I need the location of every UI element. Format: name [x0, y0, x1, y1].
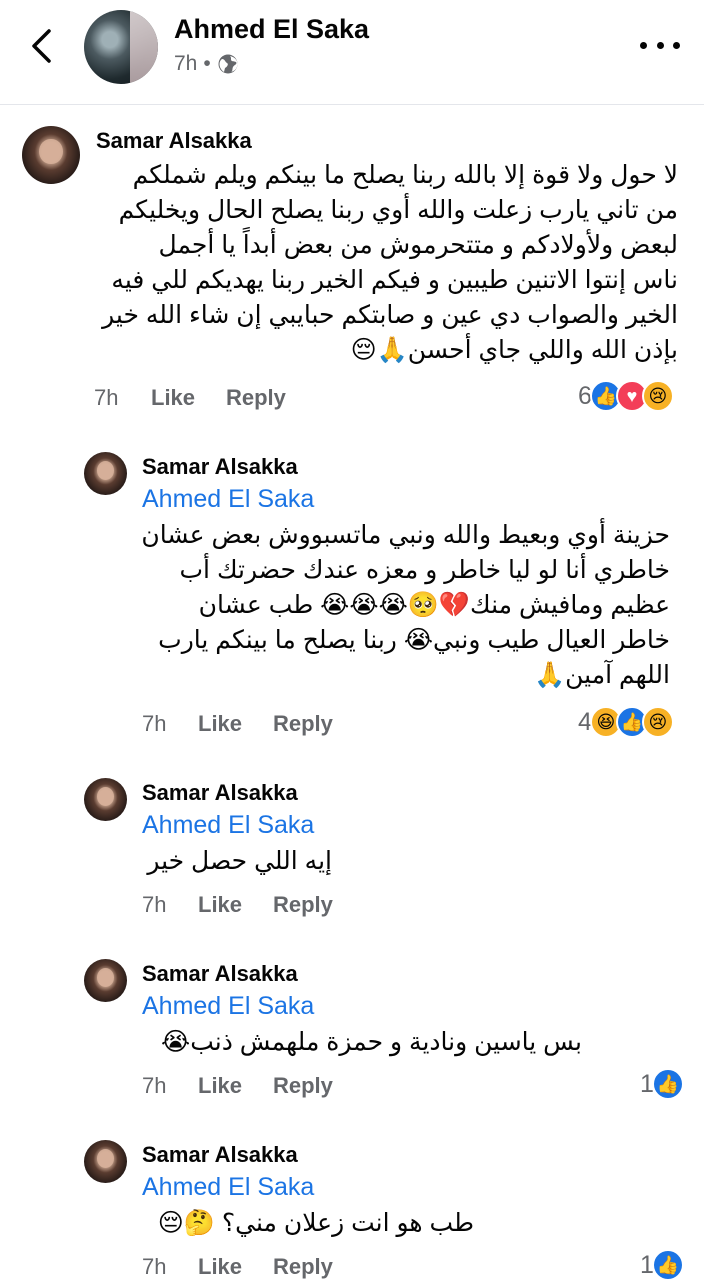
dot-icon	[656, 41, 664, 49]
commenter-avatar[interactable]	[84, 959, 127, 1002]
comment-author[interactable]: Samar Alsakka	[142, 780, 298, 806]
comment-actions: 7h Like Reply	[142, 711, 382, 737]
like-reaction-icon: 👍	[651, 1068, 684, 1100]
post-meta: 7h •	[174, 52, 239, 76]
commenter-avatar[interactable]	[84, 778, 127, 821]
like-button[interactable]: Like	[151, 385, 195, 411]
comment-time[interactable]: 7h	[142, 1254, 166, 1280]
dot-icon	[673, 41, 680, 49]
meta-separator: •	[203, 52, 211, 75]
reply-button[interactable]: Reply	[273, 711, 333, 737]
comment-author[interactable]: Samar Alsakka	[96, 128, 252, 154]
sad-reaction-icon: 😢	[641, 706, 674, 738]
chevron-left-icon	[32, 29, 51, 63]
post-time[interactable]: 7h	[174, 52, 197, 76]
reply-button[interactable]: Reply	[226, 385, 286, 411]
more-options-button[interactable]	[640, 30, 680, 60]
comment-time[interactable]: 7h	[142, 711, 166, 737]
like-button[interactable]: Like	[198, 1073, 242, 1099]
like-button[interactable]: Like	[198, 892, 242, 918]
like-button[interactable]: Like	[198, 711, 242, 737]
comment-text: طب هو انت زعلان مني؟ 🤔😔	[157, 1209, 474, 1237]
mention-link[interactable]: Ahmed El Saka	[142, 992, 314, 1021]
like-button[interactable]: Like	[198, 1254, 242, 1280]
comment-text: لا حول ولا قوة إلا بالله ربنا يصلح ما بي…	[102, 161, 678, 364]
comment-author[interactable]: Samar Alsakka	[142, 1142, 298, 1168]
mention-link[interactable]: Ahmed El Saka	[142, 811, 314, 840]
mention-link[interactable]: Ahmed El Saka	[142, 1173, 314, 1202]
commenter-avatar[interactable]	[22, 126, 80, 184]
author-avatar[interactable]	[84, 10, 158, 84]
reaction-summary[interactable]: 4 😆 👍 😢	[578, 706, 674, 738]
author-name[interactable]: Ahmed El Saka	[174, 14, 369, 45]
comment-actions: 7h Like Reply	[142, 892, 382, 918]
reply-button[interactable]: Reply	[273, 1254, 333, 1280]
comment-actions: 7h Like Reply	[142, 1073, 382, 1099]
comment-time[interactable]: 7h	[142, 892, 166, 918]
sad-reaction-icon: 😢	[641, 380, 674, 412]
post-header: Ahmed El Saka 7h •	[0, 0, 704, 105]
comment-text: إيه اللي حصل خير	[147, 847, 332, 875]
comment-author[interactable]: Samar Alsakka	[142, 961, 298, 987]
comment-time[interactable]: 7h	[94, 385, 118, 411]
commenter-avatar[interactable]	[84, 1140, 127, 1183]
dot-icon	[640, 41, 647, 49]
reaction-summary[interactable]: 1 👍	[640, 1068, 684, 1100]
reply-button[interactable]: Reply	[273, 892, 333, 918]
back-button[interactable]	[22, 24, 62, 68]
reaction-summary[interactable]: 1 👍	[640, 1249, 684, 1281]
comment-text: بس ياسين ونادية و حمزة ملهمش ذنب😭	[161, 1028, 582, 1056]
reply-button[interactable]: Reply	[273, 1073, 333, 1099]
comment-text: حزينة أوي وبعيط والله ونبي ماتسبووش بعض …	[141, 521, 670, 689]
comment-time[interactable]: 7h	[142, 1073, 166, 1099]
reaction-summary[interactable]: 6 👍 ♥ 😢	[578, 380, 674, 412]
commenter-avatar[interactable]	[84, 452, 127, 495]
globe-icon	[218, 54, 238, 74]
like-reaction-icon: 👍	[651, 1249, 684, 1281]
comment-actions: 7h Like Reply	[142, 1254, 382, 1280]
comment-actions: 7h Like Reply	[94, 385, 334, 411]
comment-author[interactable]: Samar Alsakka	[142, 454, 298, 480]
mention-link[interactable]: Ahmed El Saka	[142, 485, 314, 514]
